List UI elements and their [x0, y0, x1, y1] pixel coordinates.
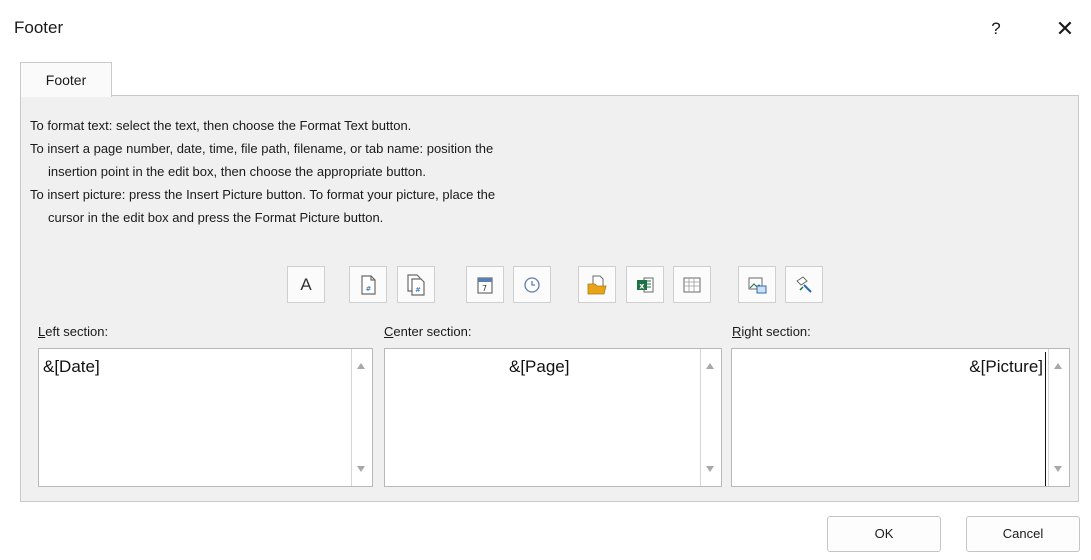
scroll-up-arrow[interactable]	[1054, 363, 1062, 369]
insert-file-name-button[interactable]: x	[626, 266, 664, 303]
scroll-down-arrow[interactable]	[706, 466, 714, 472]
right-section-editbox[interactable]: &[Picture]	[731, 348, 1070, 487]
right-section-label: Right section:	[732, 324, 811, 339]
svg-text:#: #	[415, 286, 421, 294]
center-section-text: &[Page]	[509, 357, 570, 376]
scroll-down-arrow[interactable]	[1054, 466, 1062, 472]
left-section-scrollbar[interactable]	[351, 349, 372, 486]
center-section-label: Center section:	[384, 324, 472, 339]
cancel-button[interactable]: Cancel	[966, 516, 1080, 552]
insert-page-number-button[interactable]: #	[349, 266, 387, 303]
svg-text:x: x	[639, 281, 645, 290]
insert-picture-button[interactable]	[738, 266, 776, 303]
instruction-line: To insert a page number, date, time, fil…	[30, 141, 494, 156]
right-section-scrollbar[interactable]	[1048, 349, 1069, 486]
format-picture-icon	[796, 275, 812, 293]
scroll-down-arrow[interactable]	[357, 466, 365, 472]
ok-button[interactable]: OK	[827, 516, 941, 552]
instruction-line: To format text: select the text, then ch…	[30, 118, 412, 133]
left-section-text: &[Date]	[43, 357, 100, 376]
tab-footer[interactable]: Footer	[20, 62, 112, 97]
center-section-editbox[interactable]: &[Page]	[384, 348, 722, 487]
insert-picture-icon	[748, 277, 767, 293]
svg-text:#: #	[366, 285, 372, 293]
title-bar: Footer ? ✕	[0, 0, 1091, 58]
format-picture-button[interactable]	[785, 266, 823, 303]
insert-sheet-name-icon	[683, 277, 701, 292]
footer-dialog: Footer ? ✕ Footer To format text: select…	[0, 0, 1091, 560]
insert-date-icon: 7	[477, 276, 493, 294]
instruction-line: To insert picture: press the Insert Pict…	[30, 187, 496, 202]
insert-file-name-icon: x	[637, 277, 654, 292]
text-caret	[1045, 352, 1046, 486]
instructions: To format text: select the text, then ch…	[30, 114, 495, 229]
insert-page-number-icon: #	[361, 274, 376, 295]
right-section-text: &[Picture]	[969, 357, 1043, 376]
svg-text:7: 7	[482, 284, 487, 293]
dialog-title: Footer	[14, 18, 64, 37]
left-section-editbox[interactable]: &[Date]	[38, 348, 373, 487]
left-section-label: Left section:	[38, 324, 109, 339]
instruction-line: insertion point in the edit box, then ch…	[48, 164, 426, 179]
center-section-scrollbar[interactable]	[700, 349, 721, 486]
scroll-up-arrow[interactable]	[706, 363, 714, 369]
insert-sheet-name-button[interactable]	[673, 266, 711, 303]
insert-time-icon	[524, 276, 540, 293]
insert-file-path-button[interactable]	[578, 266, 616, 303]
insert-date-button[interactable]: 7	[466, 266, 504, 303]
insert-time-button[interactable]	[513, 266, 551, 303]
insert-number-of-pages-icon: #	[407, 273, 425, 296]
insert-number-of-pages-button[interactable]: #	[397, 266, 435, 303]
format-text-icon: A	[300, 274, 312, 294]
insert-file-path-icon	[587, 275, 607, 294]
scroll-up-arrow[interactable]	[357, 363, 365, 369]
help-button[interactable]: ?	[982, 14, 1010, 44]
instruction-line: cursor in the edit box and press the For…	[48, 210, 384, 225]
format-text-button[interactable]: A	[287, 266, 325, 303]
close-button[interactable]: ✕	[1048, 12, 1082, 46]
